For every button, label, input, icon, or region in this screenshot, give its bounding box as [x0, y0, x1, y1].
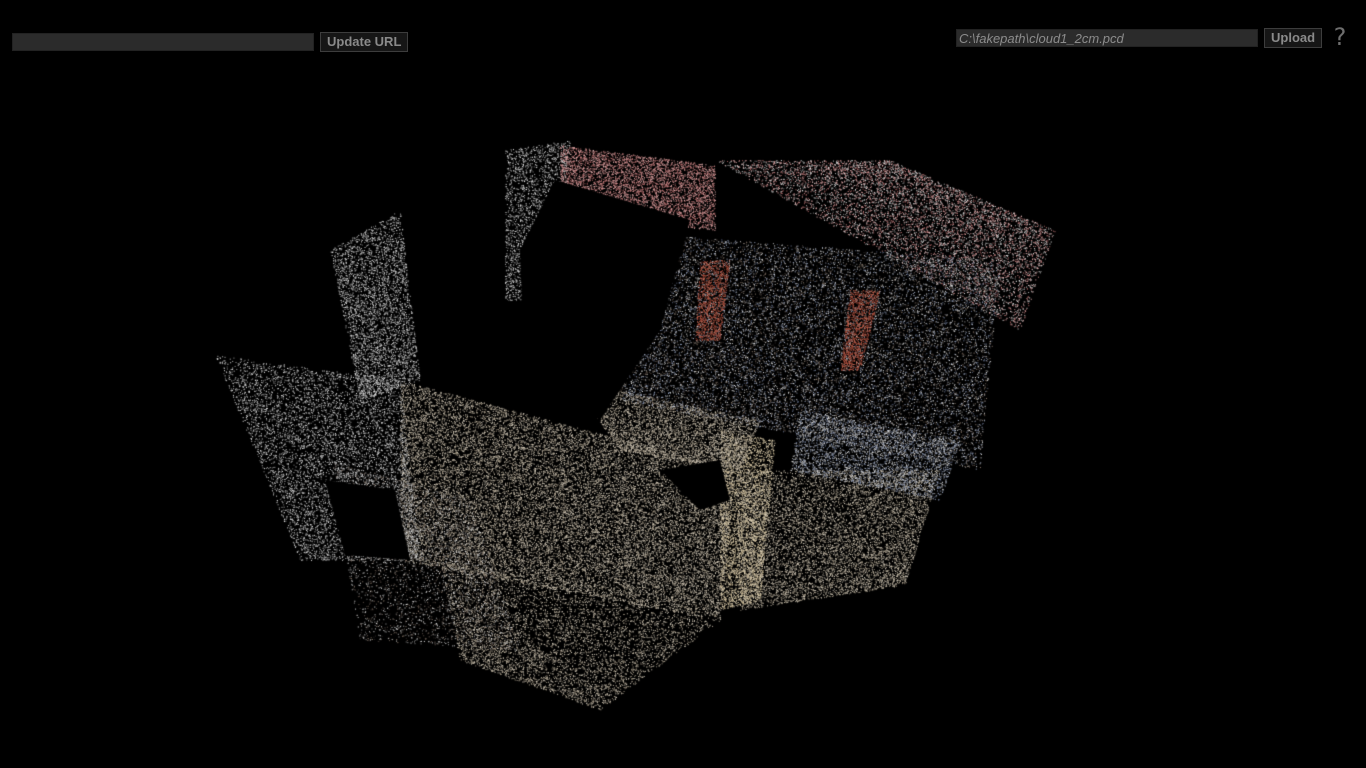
point-cloud-canvas[interactable] — [0, 0, 1366, 768]
upload-button[interactable]: Upload — [1264, 28, 1323, 48]
url-input[interactable] — [12, 33, 314, 51]
url-toolbar: Update URL — [12, 32, 409, 52]
point-cloud-viewport[interactable] — [0, 0, 1366, 768]
file-path-input[interactable] — [956, 29, 1258, 47]
question-mark-icon[interactable]: ? — [1327, 22, 1353, 52]
upload-toolbar: Upload — [956, 28, 1323, 48]
update-url-button[interactable]: Update URL — [320, 32, 409, 52]
